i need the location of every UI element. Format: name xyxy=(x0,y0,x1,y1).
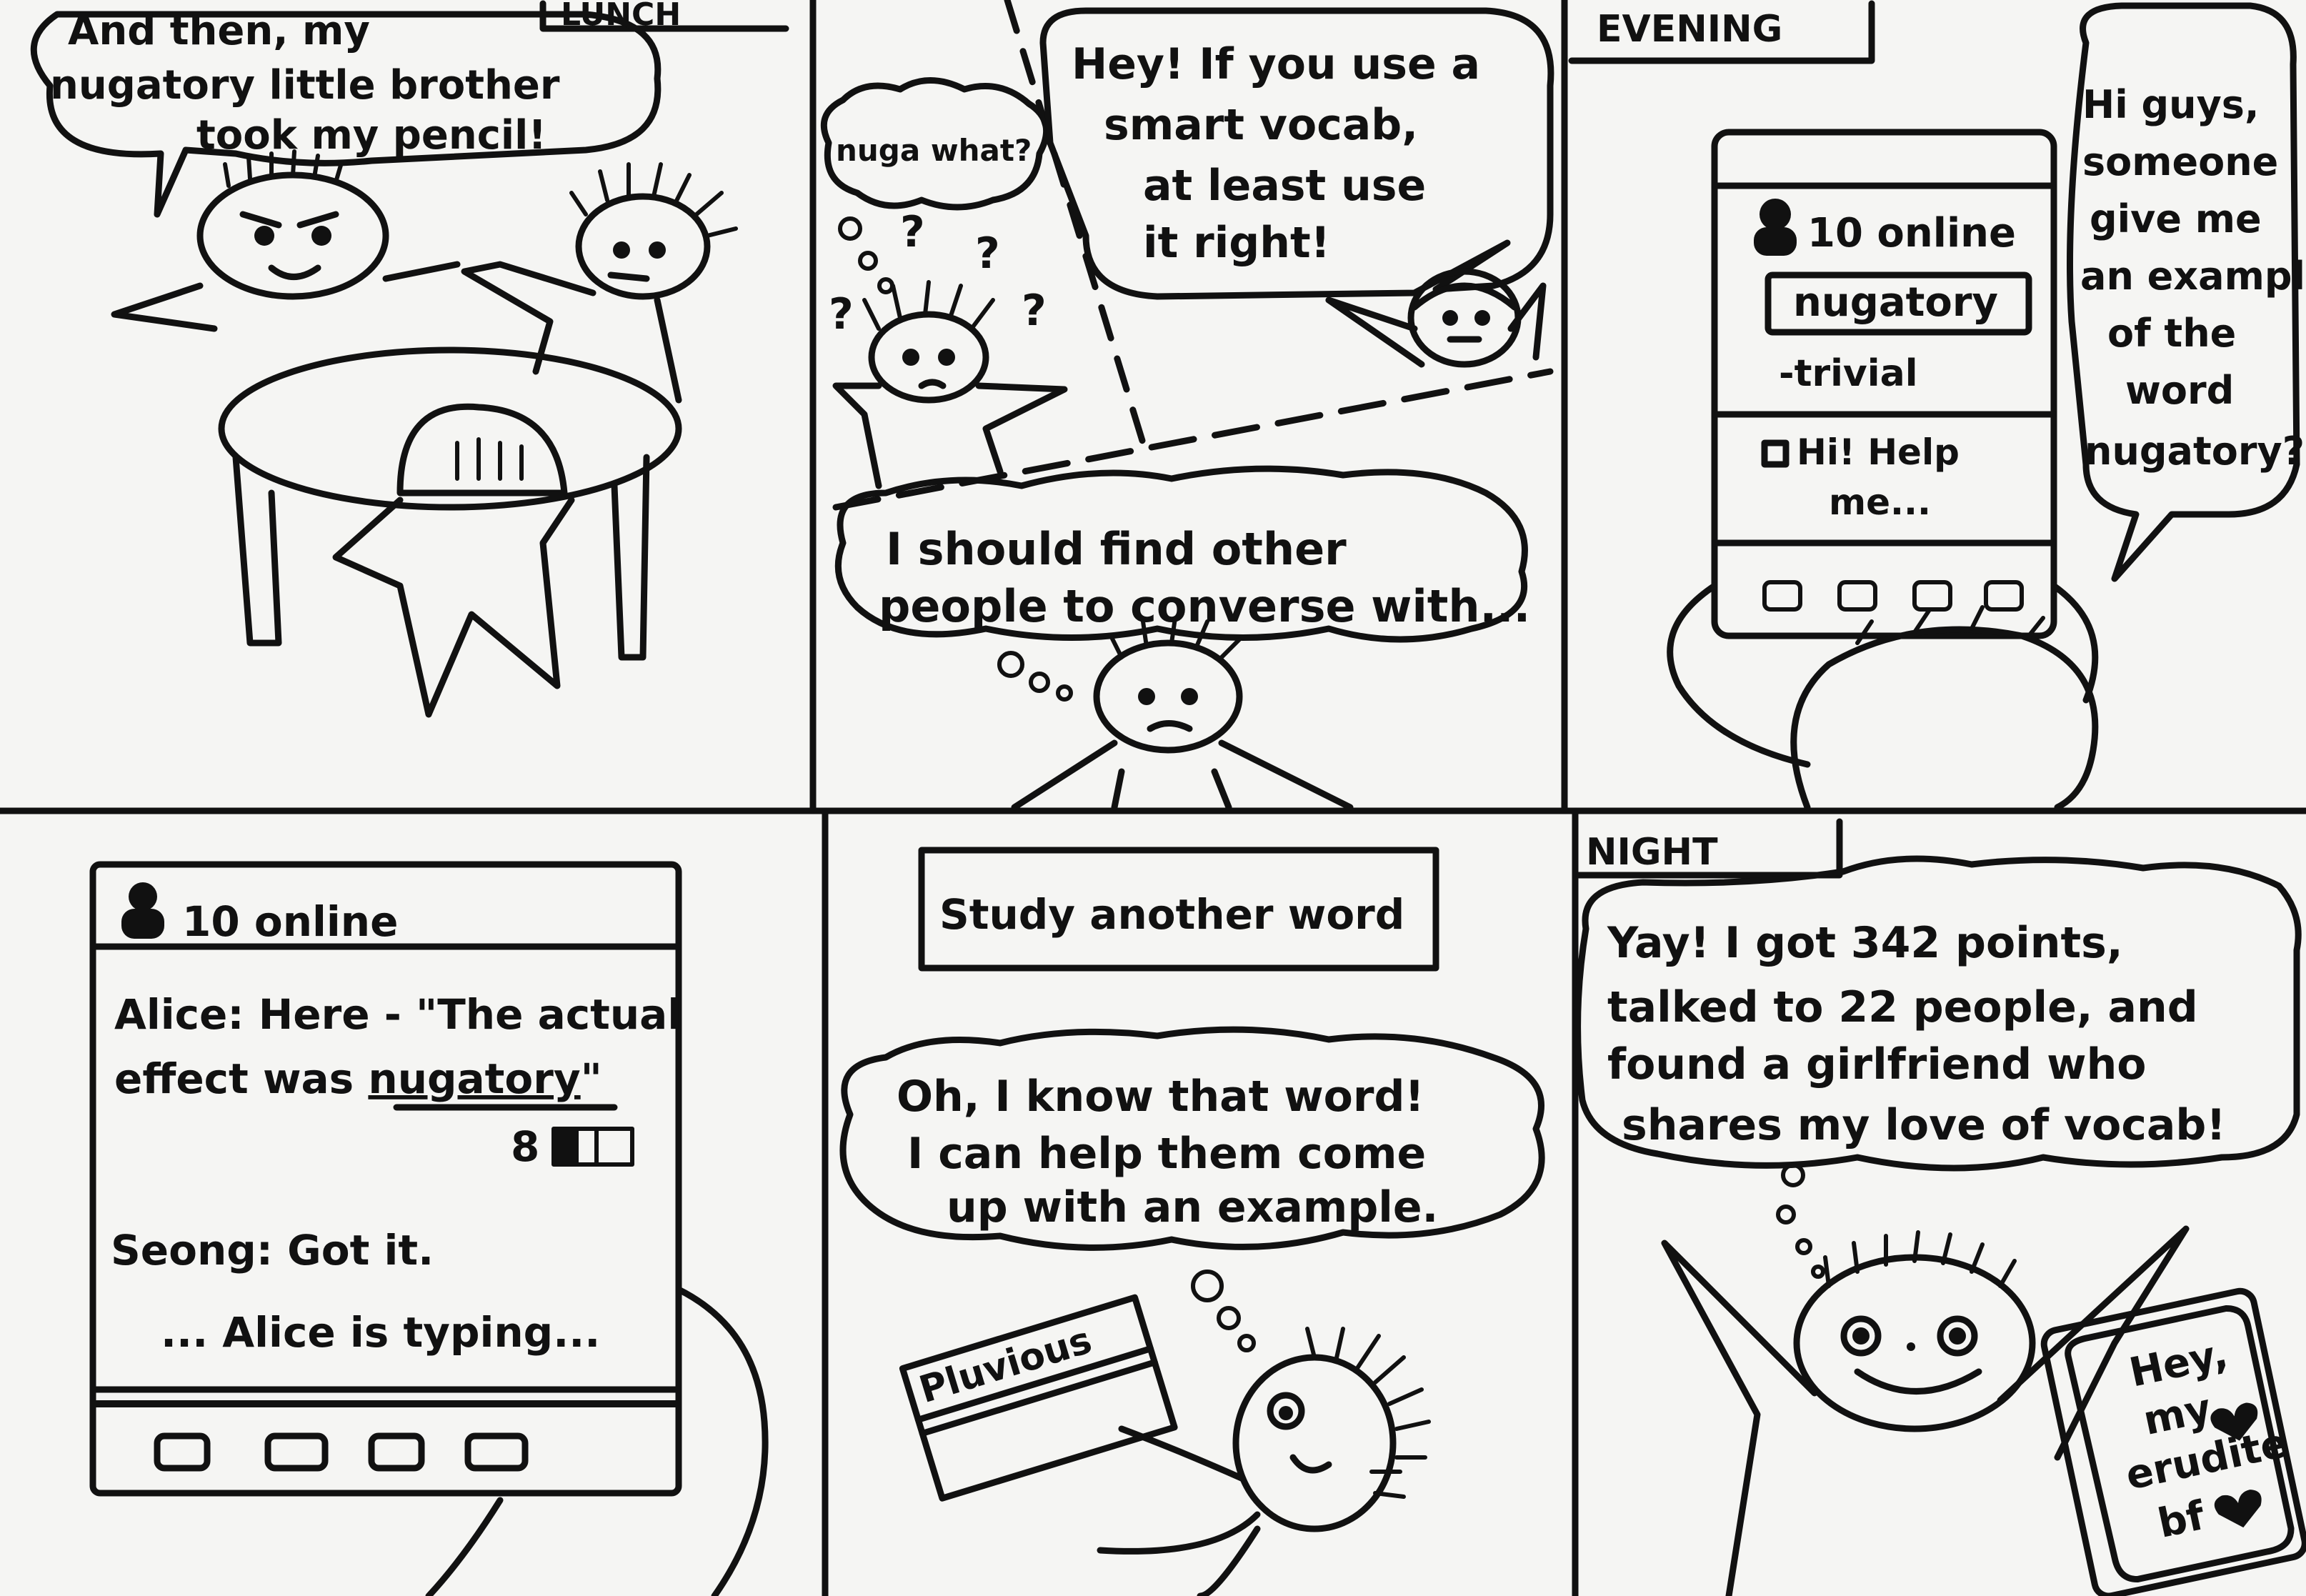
caption-night-text: NIGHT xyxy=(1586,831,1718,874)
phone-1-word: nugatory xyxy=(1793,279,1998,326)
thought-6-line-2: talked to 22 people, and xyxy=(1607,982,2198,1032)
speech-1-line-3: took my pencil! xyxy=(196,112,546,159)
question-mark-1: ? xyxy=(900,207,925,257)
speech-3-line-6: word xyxy=(2125,368,2234,413)
thought-2-line-1: I should find other xyxy=(886,523,1347,575)
speech-2-line-1: Hey! If you use a xyxy=(1072,39,1480,89)
thought-6-line-4: shares my love of vocab! xyxy=(1622,1100,2226,1150)
speech-3-line-2: someone xyxy=(2082,139,2278,184)
comic-strip: LUNCH And then, my nugatory little broth… xyxy=(0,0,2306,1596)
speech-2-line-3: at least use xyxy=(1143,161,1426,211)
thought-6-line-1: Yay! I got 342 points, xyxy=(1607,918,2123,968)
speech-3-line-1: Hi guys, xyxy=(2082,82,2259,127)
speech-3-line-4: an example xyxy=(2080,254,2306,299)
speech-3-line-3: give me xyxy=(2090,196,2262,241)
thought-5-line-3: up with an example. xyxy=(947,1182,1438,1232)
speech-3-line-7: nugatory? xyxy=(2085,429,2305,474)
caption-evening-text: EVENING xyxy=(1597,8,1782,51)
reaction-count: 8 xyxy=(511,1122,539,1171)
question-mark-3: ? xyxy=(829,289,854,339)
caption-study-text: Study another word xyxy=(939,890,1404,939)
phone-1-message-1: Hi! Help xyxy=(1797,432,1960,473)
phone-1-definition: -trivial xyxy=(1779,352,1918,395)
speech-1-line-2: nugatory little brother xyxy=(50,62,560,109)
thought-5-line-2: I can help them come xyxy=(907,1129,1426,1179)
chat-line-3: Seong: Got it. xyxy=(111,1226,434,1275)
question-mark-2: ? xyxy=(975,229,1000,279)
thought-5-line-1: Oh, I know that word! xyxy=(897,1072,1424,1122)
phone-1-online: 10 online xyxy=(1807,210,2016,256)
chat-underlined-word: nugatory xyxy=(368,1054,580,1103)
phone-1-message-2: me... xyxy=(1829,482,1931,523)
speech-3-line-5: of the xyxy=(2107,311,2236,356)
chat-line-1: Alice: Here - "The actual xyxy=(114,990,682,1039)
speech-1-line-1: And then, my xyxy=(68,8,370,54)
thought-6-line-3: found a girlfriend who xyxy=(1607,1039,2147,1089)
speech-2-line-4: it right! xyxy=(1143,218,1330,268)
chat-line-2: effect was nugatory" xyxy=(114,1054,602,1103)
speech-2-line-2: smart vocab, xyxy=(1104,100,1418,150)
phone-2-online: 10 online xyxy=(182,897,398,946)
thought-small-text: nuga what? xyxy=(836,133,1032,168)
chat-typing: ... Alice is typing... xyxy=(161,1308,600,1357)
question-mark-4: ? xyxy=(1022,286,1047,336)
